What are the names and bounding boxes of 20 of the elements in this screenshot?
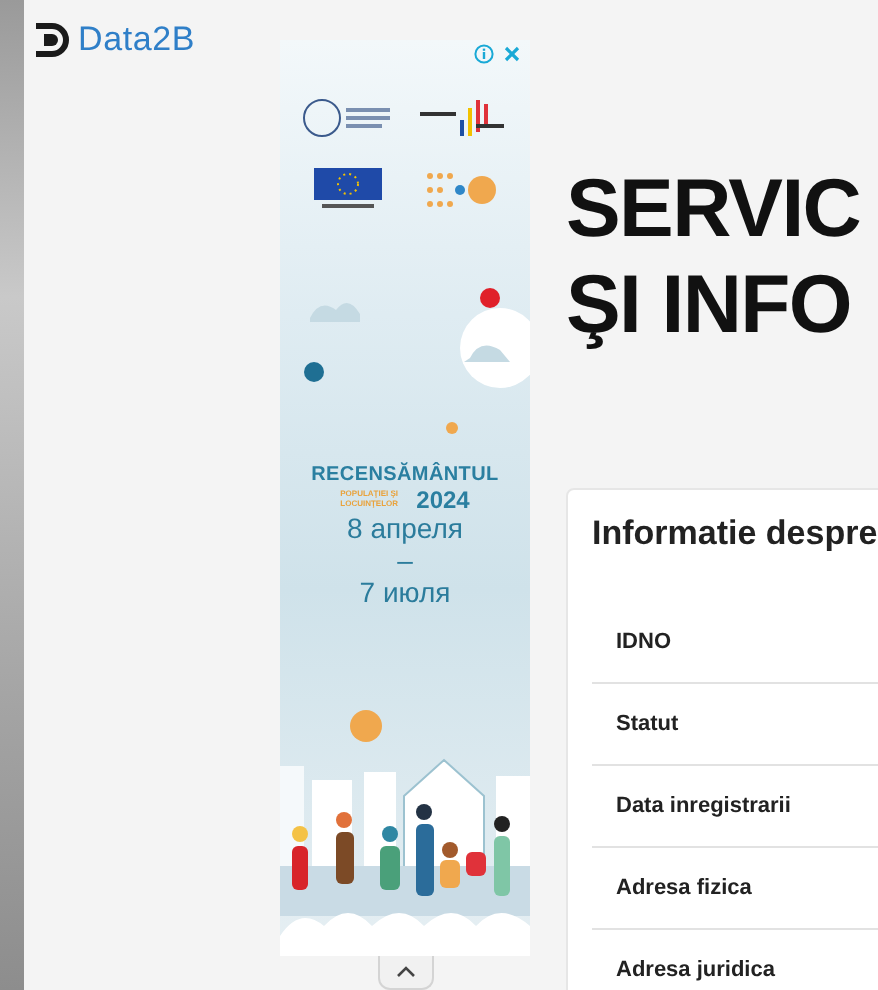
page-heading: ŞI INFO [566, 256, 851, 352]
end-date: 7 июля [359, 578, 451, 610]
eu-flag-icon [313, 168, 382, 212]
date-dash: – [397, 544, 413, 579]
logo-icon [32, 22, 72, 58]
page-heading: SERVIC [566, 160, 861, 256]
info-icon[interactable] [474, 44, 494, 64]
row-label: Adresa juridica [616, 958, 775, 982]
row-label: IDNO [616, 630, 671, 654]
row-label: Statut [616, 712, 679, 736]
row-label: Adresa fizica [616, 876, 752, 900]
start-date: 8 апреля [347, 514, 463, 545]
row-label: Data inregistrarii [616, 794, 791, 818]
logo-text[interactable]: Data2B [78, 20, 196, 60]
card-title: Informatie despre [592, 514, 878, 554]
census-year: 2024 [416, 486, 470, 514]
census-title: RECENSĂMÂNTUL [311, 464, 499, 486]
close-icon[interactable] [502, 44, 522, 64]
collapse-button[interactable] [377, 956, 433, 990]
chevron-up-icon [395, 966, 415, 978]
